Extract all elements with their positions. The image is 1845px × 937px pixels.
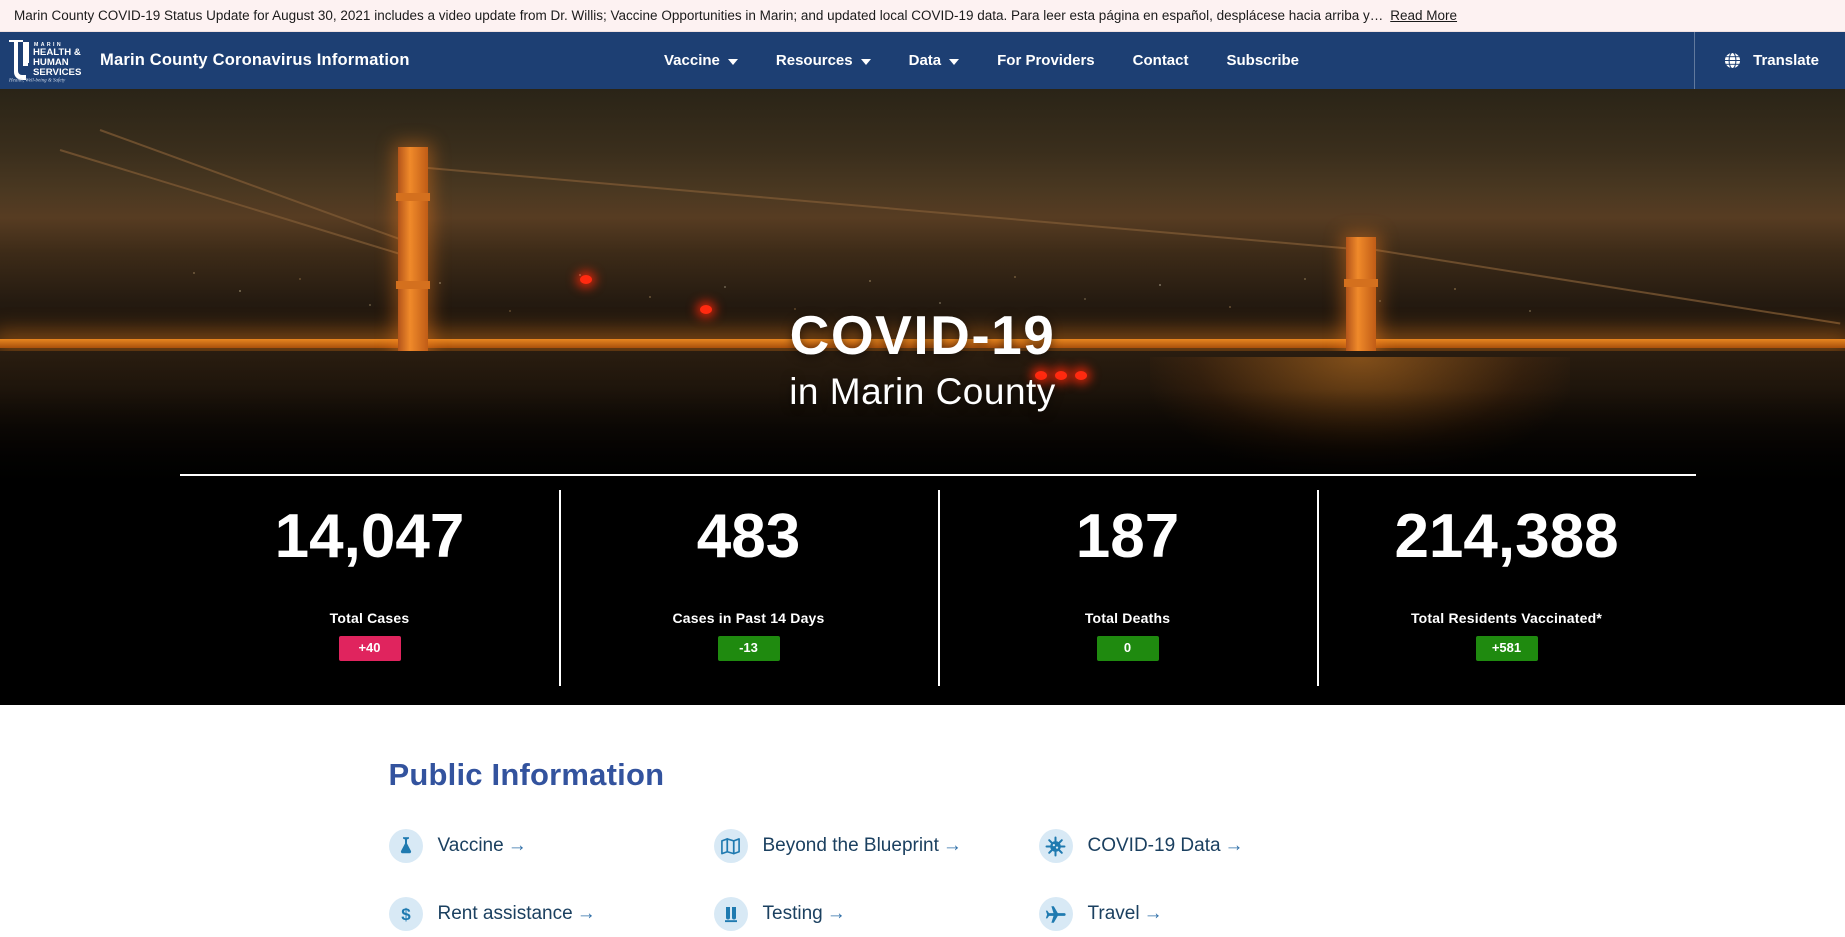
alert-read-more-link[interactable]: Read More [1390,8,1457,23]
link-text: Beyond the Blueprint [762,835,939,856]
public-info-link-travel[interactable]: Travel → [1038,887,1364,937]
chevron-down-icon [949,59,960,65]
map-icon [713,829,748,863]
stat-total-deaths: 187 Total Deaths 0 [938,484,1317,686]
link-text: Vaccine [437,835,504,856]
nav-item-label: Resources [775,52,853,69]
virus-icon [1038,829,1073,863]
stat-label: Total Cases [329,610,410,626]
public-info-link-label: Rent assistance → [438,903,596,925]
svg-text:Health, Well-being & Safety: Health, Well-being & Safety [8,79,66,84]
public-info-link-label: Beyond the Blueprint → [763,835,962,857]
translate-button[interactable]: Translate [1694,32,1845,89]
arrow-right-icon: → [1143,903,1163,924]
public-info-link-vaccine[interactable]: Vaccine → [388,819,714,873]
nav-item-vaccine[interactable]: Vaccine [645,32,757,89]
stat-value: 214,388 [1394,502,1619,571]
nav-item-label: Contact [1132,52,1189,69]
main-navigation-bar: MARIN HEALTH & HUMAN SERVICES Health, We… [0,32,1845,89]
nav-item-data[interactable]: Data [890,32,979,89]
link-text: COVID-19 Data [1087,835,1221,856]
hero-title-block: COVID-19 in Marin County [0,304,1845,413]
page-subtitle: in Marin County [789,370,1056,412]
page-title: COVID-19 [789,304,1056,366]
public-information-section: Public Information Vaccine → Beyond the … [0,705,1845,937]
covid-stats-row: 14,047 Total Cases +40 483 Cases in Past… [180,484,1696,686]
bridge-tower-crossbeam [396,193,430,201]
golden-gate-bridge-photo [0,89,1845,479]
stat-cases-past-14-days: 483 Cases in Past 14 Days -13 [559,484,938,686]
public-info-link-rent-assistance[interactable]: $ Rent assistance → [388,887,714,937]
stat-value: 187 [1075,502,1180,571]
status-badge: +40 [338,636,401,661]
public-info-link-covid-19-data[interactable]: COVID-19 Data → [1038,819,1364,873]
arrow-right-icon: → [942,835,962,856]
svg-text:$: $ [401,905,411,924]
chevron-down-icon [860,59,871,65]
stat-label: Total Deaths [1084,610,1171,626]
primary-nav-menu: Vaccine Resources Data For Providers Con… [645,32,1318,89]
chevron-down-icon [727,59,738,65]
public-info-link-label: Vaccine → [438,835,527,857]
nav-item-label: Data [908,52,942,69]
nav-item-label: Vaccine [664,52,720,69]
stat-label: Total Residents Vaccinated* [1410,610,1603,626]
globe-icon [1724,51,1742,70]
site-brand-title[interactable]: Marin County Coronavirus Information [100,51,410,70]
stat-total-residents-vaccinated: 214,388 Total Residents Vaccinated* +581 [1317,484,1696,686]
mhhs-logo[interactable]: MARIN HEALTH & HUMAN SERVICES Health, We… [0,32,86,89]
translate-label: Translate [1753,52,1819,69]
flask-icon [388,829,423,863]
public-info-link-label: Travel → [1088,903,1163,925]
nav-item-subscribe[interactable]: Subscribe [1208,32,1319,89]
stats-divider-rule [180,474,1696,476]
public-info-link-label: Testing → [763,903,846,925]
stat-label: Cases in Past 14 Days [672,610,825,626]
nav-item-resources[interactable]: Resources [757,32,890,89]
arrow-right-icon: → [507,835,527,856]
link-text: Testing [762,903,823,924]
link-text: Travel [1087,903,1140,924]
alert-text: Marin County COVID-19 Status Update for … [14,8,1384,23]
arrow-right-icon: → [576,903,596,924]
status-badge: +581 [1475,636,1538,661]
public-info-link-testing[interactable]: Testing → [713,887,1039,937]
dollar-icon: $ [388,897,423,931]
status-badge: -13 [717,636,780,661]
airplane-icon [1038,897,1073,931]
status-badge: 0 [1096,636,1159,661]
stat-value: 483 [696,502,801,571]
nav-item-label: For Providers [997,52,1095,69]
public-info-link-beyond-the-blueprint[interactable]: Beyond the Blueprint → [713,819,1039,873]
section-heading-public-information: Public Information [388,757,665,792]
warning-light [580,275,592,284]
hero-section: COVID-19 in Marin County 14,047 Total Ca… [0,89,1845,705]
svg-text:SERVICES: SERVICES [33,67,82,78]
stat-value: 14,047 [274,502,465,571]
arrow-right-icon: → [1224,835,1244,856]
test-tubes-icon [713,897,748,931]
mhhs-logo-mark: MARIN HEALTH & HUMAN SERVICES Health, We… [8,40,82,84]
link-text: Rent assistance [437,903,573,924]
nav-item-label: Subscribe [1226,52,1300,69]
public-information-links-grid: Vaccine → Beyond the Blueprint → COVID-1… [388,819,1523,937]
bridge-tower-crossbeam [1344,279,1378,287]
site-alert-bar: Marin County COVID-19 Status Update for … [0,0,1845,32]
arrow-right-icon: → [826,903,846,924]
public-info-link-label: COVID-19 Data → [1088,835,1244,857]
nav-item-contact[interactable]: Contact [1114,32,1208,89]
bridge-tower-crossbeam [396,281,430,289]
nav-item-for-providers[interactable]: For Providers [978,32,1114,89]
stat-total-cases: 14,047 Total Cases +40 [180,484,559,684]
